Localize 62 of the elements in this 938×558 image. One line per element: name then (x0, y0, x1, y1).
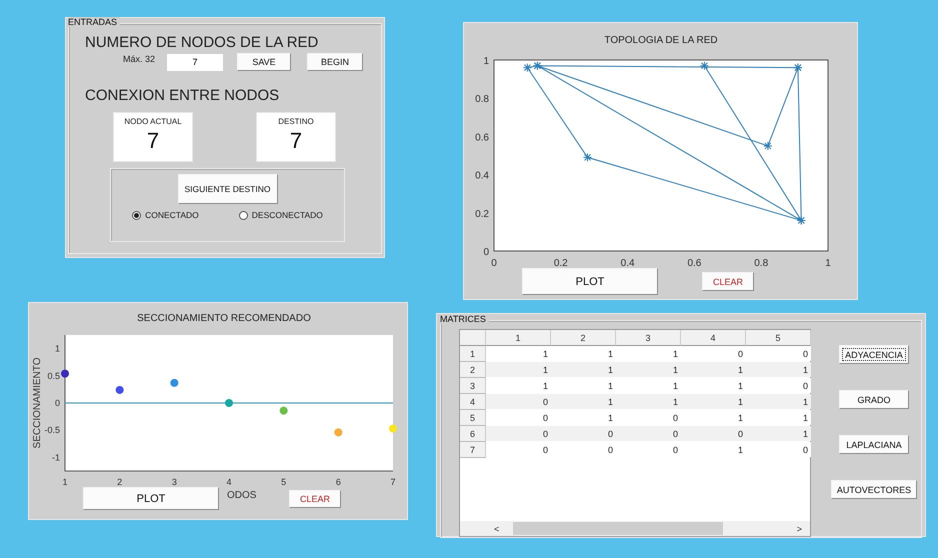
tick-label: 0.5 (47, 370, 60, 381)
table-cell: 1 (616, 394, 681, 409)
row-header: 3 (460, 378, 486, 394)
row-header: 6 (460, 426, 486, 442)
tick-label: 0.6 (687, 258, 702, 269)
table-cell: 1 (486, 362, 551, 377)
table-cell: 1 (746, 426, 811, 441)
tick-label: -1 (52, 452, 60, 462)
tick-label: 1 (825, 258, 831, 269)
row-header: 7 (460, 442, 486, 458)
tick-label: 0.2 (475, 208, 489, 220)
tick-label: 0 (54, 398, 60, 408)
table-cell: 0 (486, 394, 551, 409)
column-header: 5 (746, 330, 811, 346)
table-cell: 1 (616, 362, 681, 377)
tick-label: 3 (172, 477, 177, 487)
tick-label: 0 (491, 258, 497, 269)
tick-label: 0.2 (554, 258, 568, 269)
x-axis-label: ODOS (227, 490, 256, 501)
table-cell: 1 (681, 362, 746, 377)
tick-label: -0.5 (44, 425, 60, 436)
table-cell: 0 (616, 426, 681, 441)
row-header: 1 (460, 346, 486, 362)
table-cell: 0 (551, 426, 616, 441)
row-header: 4 (460, 394, 486, 410)
table-cell: 0 (681, 426, 746, 441)
table-cell: 1 (746, 362, 811, 377)
max-label: Máx. 32 (123, 54, 156, 64)
tick-label: 7 (390, 477, 396, 487)
table-cell: 0 (486, 426, 551, 441)
y-axis-label: SECCIONAMIENTO (32, 358, 43, 448)
section-heading: CONEXION ENTRE NODOS (85, 87, 280, 104)
chart-title: SECCIONAMIENTO RECOMENDADO (137, 313, 311, 324)
tick-label: 1 (483, 56, 489, 67)
tick-label: 0.6 (475, 132, 489, 144)
tick-label: 5 (281, 477, 286, 487)
tick-label: 6 (336, 477, 341, 487)
row-header: 2 (460, 362, 486, 378)
tick-label: 0 (483, 247, 489, 258)
chart-title: TOPOLOGIA DE LA RED (604, 35, 718, 46)
tick-label: 1 (54, 344, 60, 354)
column-header: 2 (551, 330, 616, 346)
section-heading: NUMERO DE NODOS DE LA RED (85, 34, 318, 51)
tick-label: 0.8 (475, 94, 489, 106)
tick-label: 2 (117, 477, 122, 487)
tick-label: 0.4 (620, 258, 635, 269)
column-header: 4 (681, 330, 746, 346)
value-display: DESTINO 7 (256, 112, 336, 162)
tick-label: 4 (226, 477, 232, 487)
table-cell: 1 (551, 394, 616, 409)
panel-title: MATRICES (440, 314, 489, 324)
table-cell: 1 (746, 394, 811, 409)
column-header: 1 (486, 330, 551, 346)
value-display: NODO ACTUAL 7 (113, 112, 193, 162)
column-header: 3 (616, 330, 681, 346)
table-cell: 1 (681, 394, 746, 409)
row-header: 5 (460, 410, 486, 426)
tick-label: 1 (62, 477, 68, 487)
tick-label: 0.8 (754, 258, 768, 269)
table-cell: 1 (551, 362, 616, 377)
panel-title: ENTRADAS (68, 17, 120, 27)
tick-label: 0.4 (475, 170, 489, 182)
